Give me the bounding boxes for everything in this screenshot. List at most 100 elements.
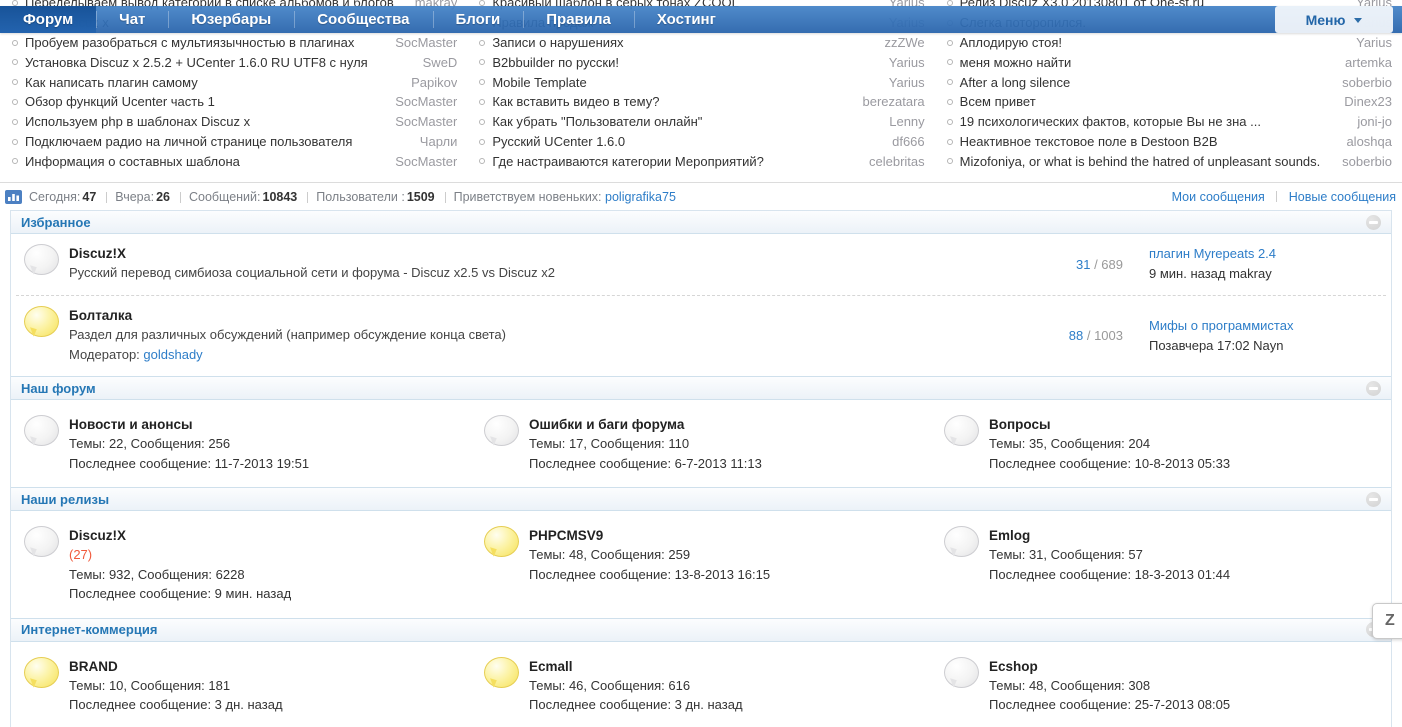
topic-link[interactable]: B2bbuilder по русски! xyxy=(479,55,874,70)
topic-author[interactable]: SocMaster xyxy=(395,114,457,129)
topic-author[interactable]: berezatara xyxy=(863,94,925,109)
forum-name-link[interactable]: Болталка xyxy=(69,306,1003,325)
topic-link[interactable]: Русский UCenter 1.6.0 xyxy=(479,134,878,149)
moderator-link[interactable]: goldshady xyxy=(143,347,202,362)
forum-cell: Вопросы Темы: 35, Сообщения: 204 Последн… xyxy=(931,406,1391,475)
menu-button[interactable]: Меню xyxy=(1275,6,1393,33)
topic-link[interactable]: Подключаем радио на личной странице поль… xyxy=(12,134,406,149)
forum-last-post: Последнее сообщение: 11-7-2013 19:51 xyxy=(69,454,309,474)
topic-author[interactable]: SocMaster xyxy=(395,154,457,169)
forum-name-link[interactable]: BRAND xyxy=(69,657,283,676)
forum-bubble-icon[interactable] xyxy=(24,526,59,557)
forum-last-post: Последнее сообщение: 18-3-2013 01:44 xyxy=(989,565,1230,585)
forum-bubble-icon[interactable] xyxy=(484,415,519,446)
topic-author[interactable]: SocMaster xyxy=(395,35,457,50)
stat-posts-value: 10843 xyxy=(263,190,298,204)
nav-item-chat[interactable]: Чат xyxy=(96,6,168,33)
forum-bubble-icon[interactable] xyxy=(944,657,979,688)
forum-name-link[interactable]: Ecmall xyxy=(529,657,743,676)
topic-author[interactable]: celebritas xyxy=(869,154,925,169)
topic-link[interactable]: Неактивное текстовое поле в Destoon B2B xyxy=(947,134,1333,149)
topic-item: Аплодирую стоя! Yarius xyxy=(947,33,1392,53)
topic-author[interactable]: artemka xyxy=(1345,55,1392,70)
topic-author[interactable]: soberbio xyxy=(1342,154,1392,169)
topic-link[interactable]: Mobile Template xyxy=(479,75,874,90)
topic-link[interactable]: 19 психологических фактов, которые Вы не… xyxy=(947,114,1344,129)
topic-item: Где настраиваются категории Мероприятий?… xyxy=(479,151,924,171)
collapse-button[interactable] xyxy=(1366,215,1381,230)
forum-name-link[interactable]: Emlog xyxy=(989,526,1230,545)
topic-link[interactable]: Всем привет xyxy=(947,94,1331,109)
forum-name-link[interactable]: Ошибки и баги форума xyxy=(529,415,762,434)
nav-item-blogs[interactable]: Блоги xyxy=(433,6,524,33)
topic-author[interactable]: Papikov xyxy=(411,75,457,90)
section-header: Наши релизы xyxy=(11,488,1391,511)
forum-name-link[interactable]: Вопросы xyxy=(989,415,1230,434)
forum-name-link[interactable]: PHPCMSV9 xyxy=(529,526,770,545)
forum-name-link[interactable]: Новости и анонсы xyxy=(69,415,309,434)
floating-quick-button[interactable]: Z xyxy=(1372,603,1402,639)
forum-bubble-icon[interactable] xyxy=(944,415,979,446)
stat-today-value: 47 xyxy=(82,190,96,204)
topic-author[interactable]: Yarius xyxy=(889,75,925,90)
collapse-button[interactable] xyxy=(1366,381,1381,396)
forum-info: Болталка Раздел для различных обсуждений… xyxy=(59,306,1003,365)
forum-bubble-icon[interactable] xyxy=(484,526,519,557)
topic-author[interactable]: joni-jo xyxy=(1357,114,1392,129)
topic-link[interactable]: Записи о нарушениях xyxy=(479,35,870,50)
topic-author[interactable]: aloshqa xyxy=(1346,134,1392,149)
topic-link[interactable]: Информация о составных шаблона xyxy=(12,154,381,169)
topic-author[interactable]: SweD xyxy=(423,55,458,70)
count-separator: / xyxy=(1083,328,1094,343)
topic-author[interactable]: Yarius xyxy=(1356,35,1392,50)
topic-link[interactable]: Как вставить видео в тему? xyxy=(479,94,848,109)
forum-bubble-icon[interactable] xyxy=(24,657,59,688)
forum-bubble-icon[interactable] xyxy=(24,244,59,275)
topic-item: Как написать плагин самому Papikov xyxy=(12,72,457,92)
topic-author[interactable]: Lenny xyxy=(889,114,924,129)
last-post-link[interactable]: плагин Myrepeats 2.4 xyxy=(1149,244,1377,264)
topic-author[interactable]: Yarius xyxy=(889,55,925,70)
nav-item-communities[interactable]: Сообщества xyxy=(294,6,432,33)
nav-item-forum[interactable]: Форум xyxy=(0,6,96,33)
new-posts-link[interactable]: Новые сообщения xyxy=(1289,190,1396,204)
topic-author[interactable]: soberbio xyxy=(1342,75,1392,90)
topic-author[interactable]: df666 xyxy=(892,134,925,149)
forum-bubble-icon[interactable] xyxy=(484,657,519,688)
newest-member-link[interactable]: poligrafika75 xyxy=(605,190,676,204)
topic-link[interactable]: Установка Discuz x 2.5.2 + UCenter 1.6.0… xyxy=(12,55,409,70)
nav-item-rules[interactable]: Правила xyxy=(523,6,634,33)
topic-link[interactable]: Обзор функций Ucenter часть 1 xyxy=(12,94,381,109)
topic-link[interactable]: Где настраиваются категории Мероприятий? xyxy=(479,154,855,169)
topic-link[interactable]: Аплодирую стоя! xyxy=(947,35,1342,50)
topic-link[interactable]: Mizofoniya, or what is behind the hatred… xyxy=(947,154,1328,169)
topic-author[interactable]: Чарли xyxy=(420,134,458,149)
topic-author[interactable]: Dinex23 xyxy=(1344,94,1392,109)
forum-bubble-icon[interactable] xyxy=(24,306,59,337)
nav-item-hosting[interactable]: Хостинг xyxy=(634,6,739,33)
topic-author[interactable]: zzZWe xyxy=(884,35,924,50)
last-post-link[interactable]: Мифы о программистах xyxy=(1149,316,1377,336)
topic-item: B2bbuilder по русски! Yarius xyxy=(479,52,924,72)
main-navigation: Форум Чат Юзербары Сообщества Блоги Прав… xyxy=(0,6,1402,33)
forum-name-link[interactable]: Discuz!X xyxy=(69,244,1003,263)
collapse-button[interactable] xyxy=(1366,492,1381,507)
nav-item-userbars[interactable]: Юзербары xyxy=(168,6,294,33)
topic-link[interactable]: Как убрать "Пользователи онлайн" xyxy=(479,114,875,129)
topic-link[interactable]: Используем php в шаблонах Discuz x xyxy=(12,114,381,129)
last-post-meta: Позавчера 17:02 Nayn xyxy=(1149,336,1377,356)
my-posts-link[interactable]: Мои сообщения xyxy=(1172,190,1265,204)
topic-link[interactable]: After a long silence xyxy=(947,75,1328,90)
divider xyxy=(445,192,446,203)
forum-name-link[interactable]: Ecshop xyxy=(989,657,1230,676)
topic-link[interactable]: меня можно найти xyxy=(947,55,1331,70)
topic-item: Как убрать "Пользователи онлайн" Lenny xyxy=(479,112,924,132)
topic-author[interactable]: SocMaster xyxy=(395,94,457,109)
forum-name-link[interactable]: Discuz!X xyxy=(69,526,291,545)
topic-link[interactable]: Пробуем разобраться с мультиязычностью в… xyxy=(12,35,381,50)
forum-row: Discuz!X Русский перевод симбиоза социал… xyxy=(11,234,1391,295)
forum-bubble-icon[interactable] xyxy=(944,526,979,557)
section-internet-commerce: Интернет-коммерция BRAND Темы: 10, Сообщ… xyxy=(11,618,1391,727)
forum-bubble-icon[interactable] xyxy=(24,415,59,446)
topic-link[interactable]: Как написать плагин самому xyxy=(12,75,397,90)
